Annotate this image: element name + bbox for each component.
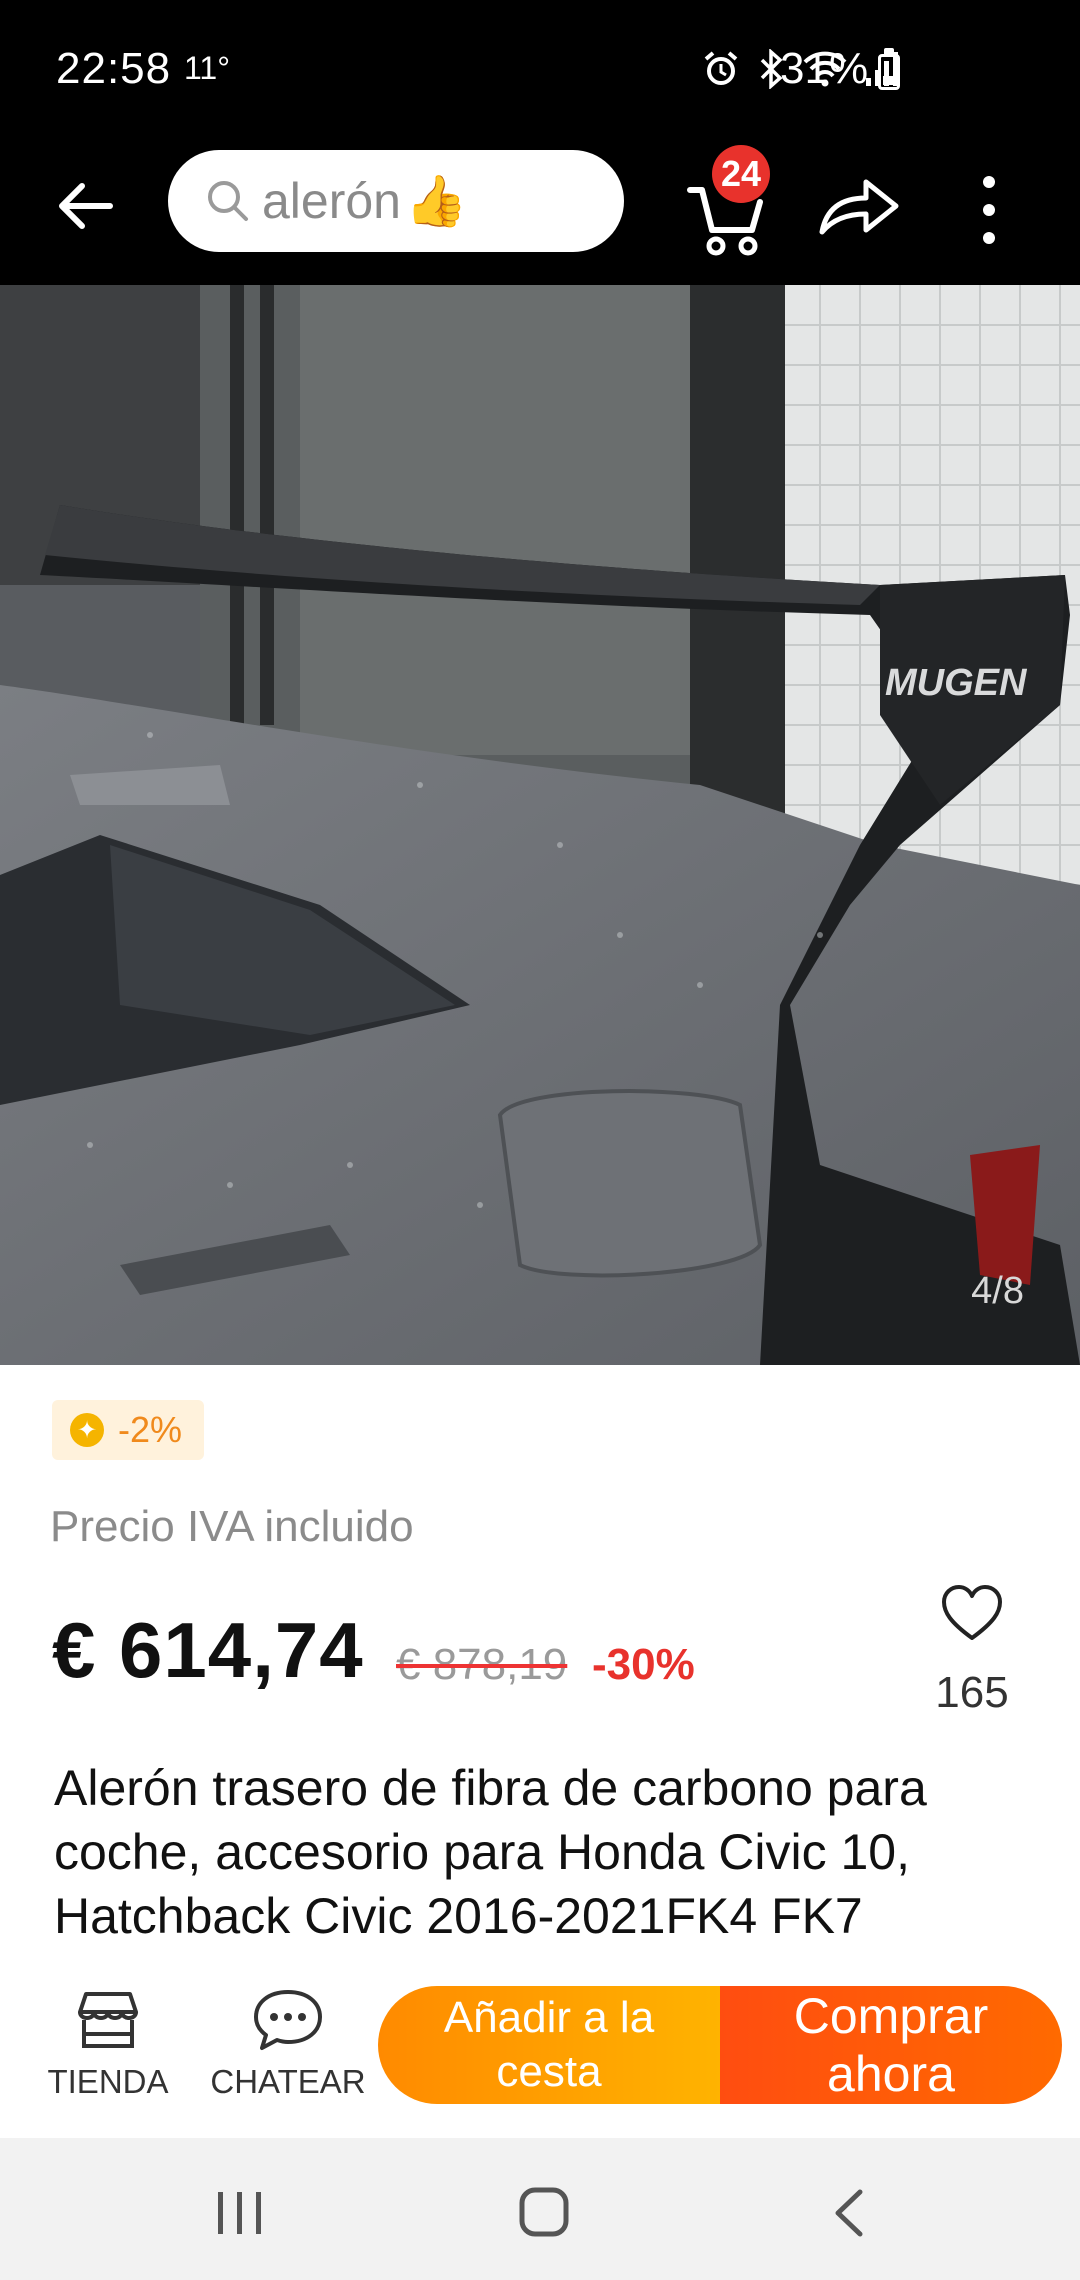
add-to-cart-button[interactable]: Añadir a la cesta xyxy=(378,1986,720,2104)
back-arrow-icon[interactable] xyxy=(50,170,122,242)
thumbs-up-emoji: 👍 xyxy=(405,172,468,229)
coupon-text: -2% xyxy=(118,1409,183,1450)
recent-apps-icon[interactable] xyxy=(214,2190,266,2236)
coin-icon: ✦ xyxy=(70,1413,104,1447)
alarm-icon xyxy=(704,51,738,85)
cart-count-badge: 24 xyxy=(712,145,770,203)
system-navigation-bar xyxy=(0,2138,1080,2280)
top-app-bar: alerón 👍 24 xyxy=(0,140,1080,285)
product-title: Alerón trasero de fibra de carbono para … xyxy=(54,1760,927,1944)
favorites-count: 165 xyxy=(935,1668,1009,1717)
battery-level xyxy=(883,75,895,85)
battery-icon xyxy=(878,54,900,90)
battery-percent: 31% xyxy=(780,44,869,93)
coupon-badge[interactable]: ✦ -2% xyxy=(52,1400,205,1460)
bottom-action-bar: TIENDA CHATEAR Añadir a la cesta Comprar… xyxy=(0,1948,1080,2138)
current-price: € 614,74 xyxy=(52,1606,364,1694)
chat-label: CHATEAR xyxy=(210,2063,366,2100)
product-image-carousel[interactable]: MUGEN xyxy=(0,285,1080,1365)
more-vert-icon[interactable] xyxy=(978,170,1000,250)
discount-percent: -30% xyxy=(592,1640,695,1689)
store-label: TIENDA xyxy=(47,2063,169,2100)
mugen-logo: MUGEN xyxy=(885,662,1028,704)
add-to-cart-label: Añadir a la cesta xyxy=(443,1993,655,2096)
search-input[interactable]: alerón 👍 xyxy=(168,150,624,252)
buy-now-label: Comprar ahora xyxy=(793,1988,989,2102)
product-photo: MUGEN xyxy=(0,285,1080,1365)
heart-icon[interactable] xyxy=(940,1584,1004,1644)
chat-button[interactable]: CHATEAR xyxy=(210,1988,366,2101)
original-price: € 878,19 xyxy=(396,1640,568,1689)
search-query: alerón xyxy=(262,173,401,229)
store-icon xyxy=(78,1992,138,2048)
status-time: 22:58 xyxy=(56,44,172,93)
buy-now-button[interactable]: Comprar ahora xyxy=(720,1986,1062,2104)
image-counter: 4/8 xyxy=(971,1270,1024,1312)
status-temperature: 11° xyxy=(184,50,231,86)
share-icon[interactable] xyxy=(816,170,902,242)
home-icon[interactable] xyxy=(518,2186,570,2238)
search-icon xyxy=(208,181,248,221)
store-button[interactable]: TIENDA xyxy=(38,1988,178,2101)
chat-icon xyxy=(254,1990,322,2050)
nav-back-icon[interactable] xyxy=(830,2188,866,2238)
tax-note: Precio IVA incluido xyxy=(50,1502,414,1551)
status-bar: 22:58 11° 31% xyxy=(0,0,1080,140)
